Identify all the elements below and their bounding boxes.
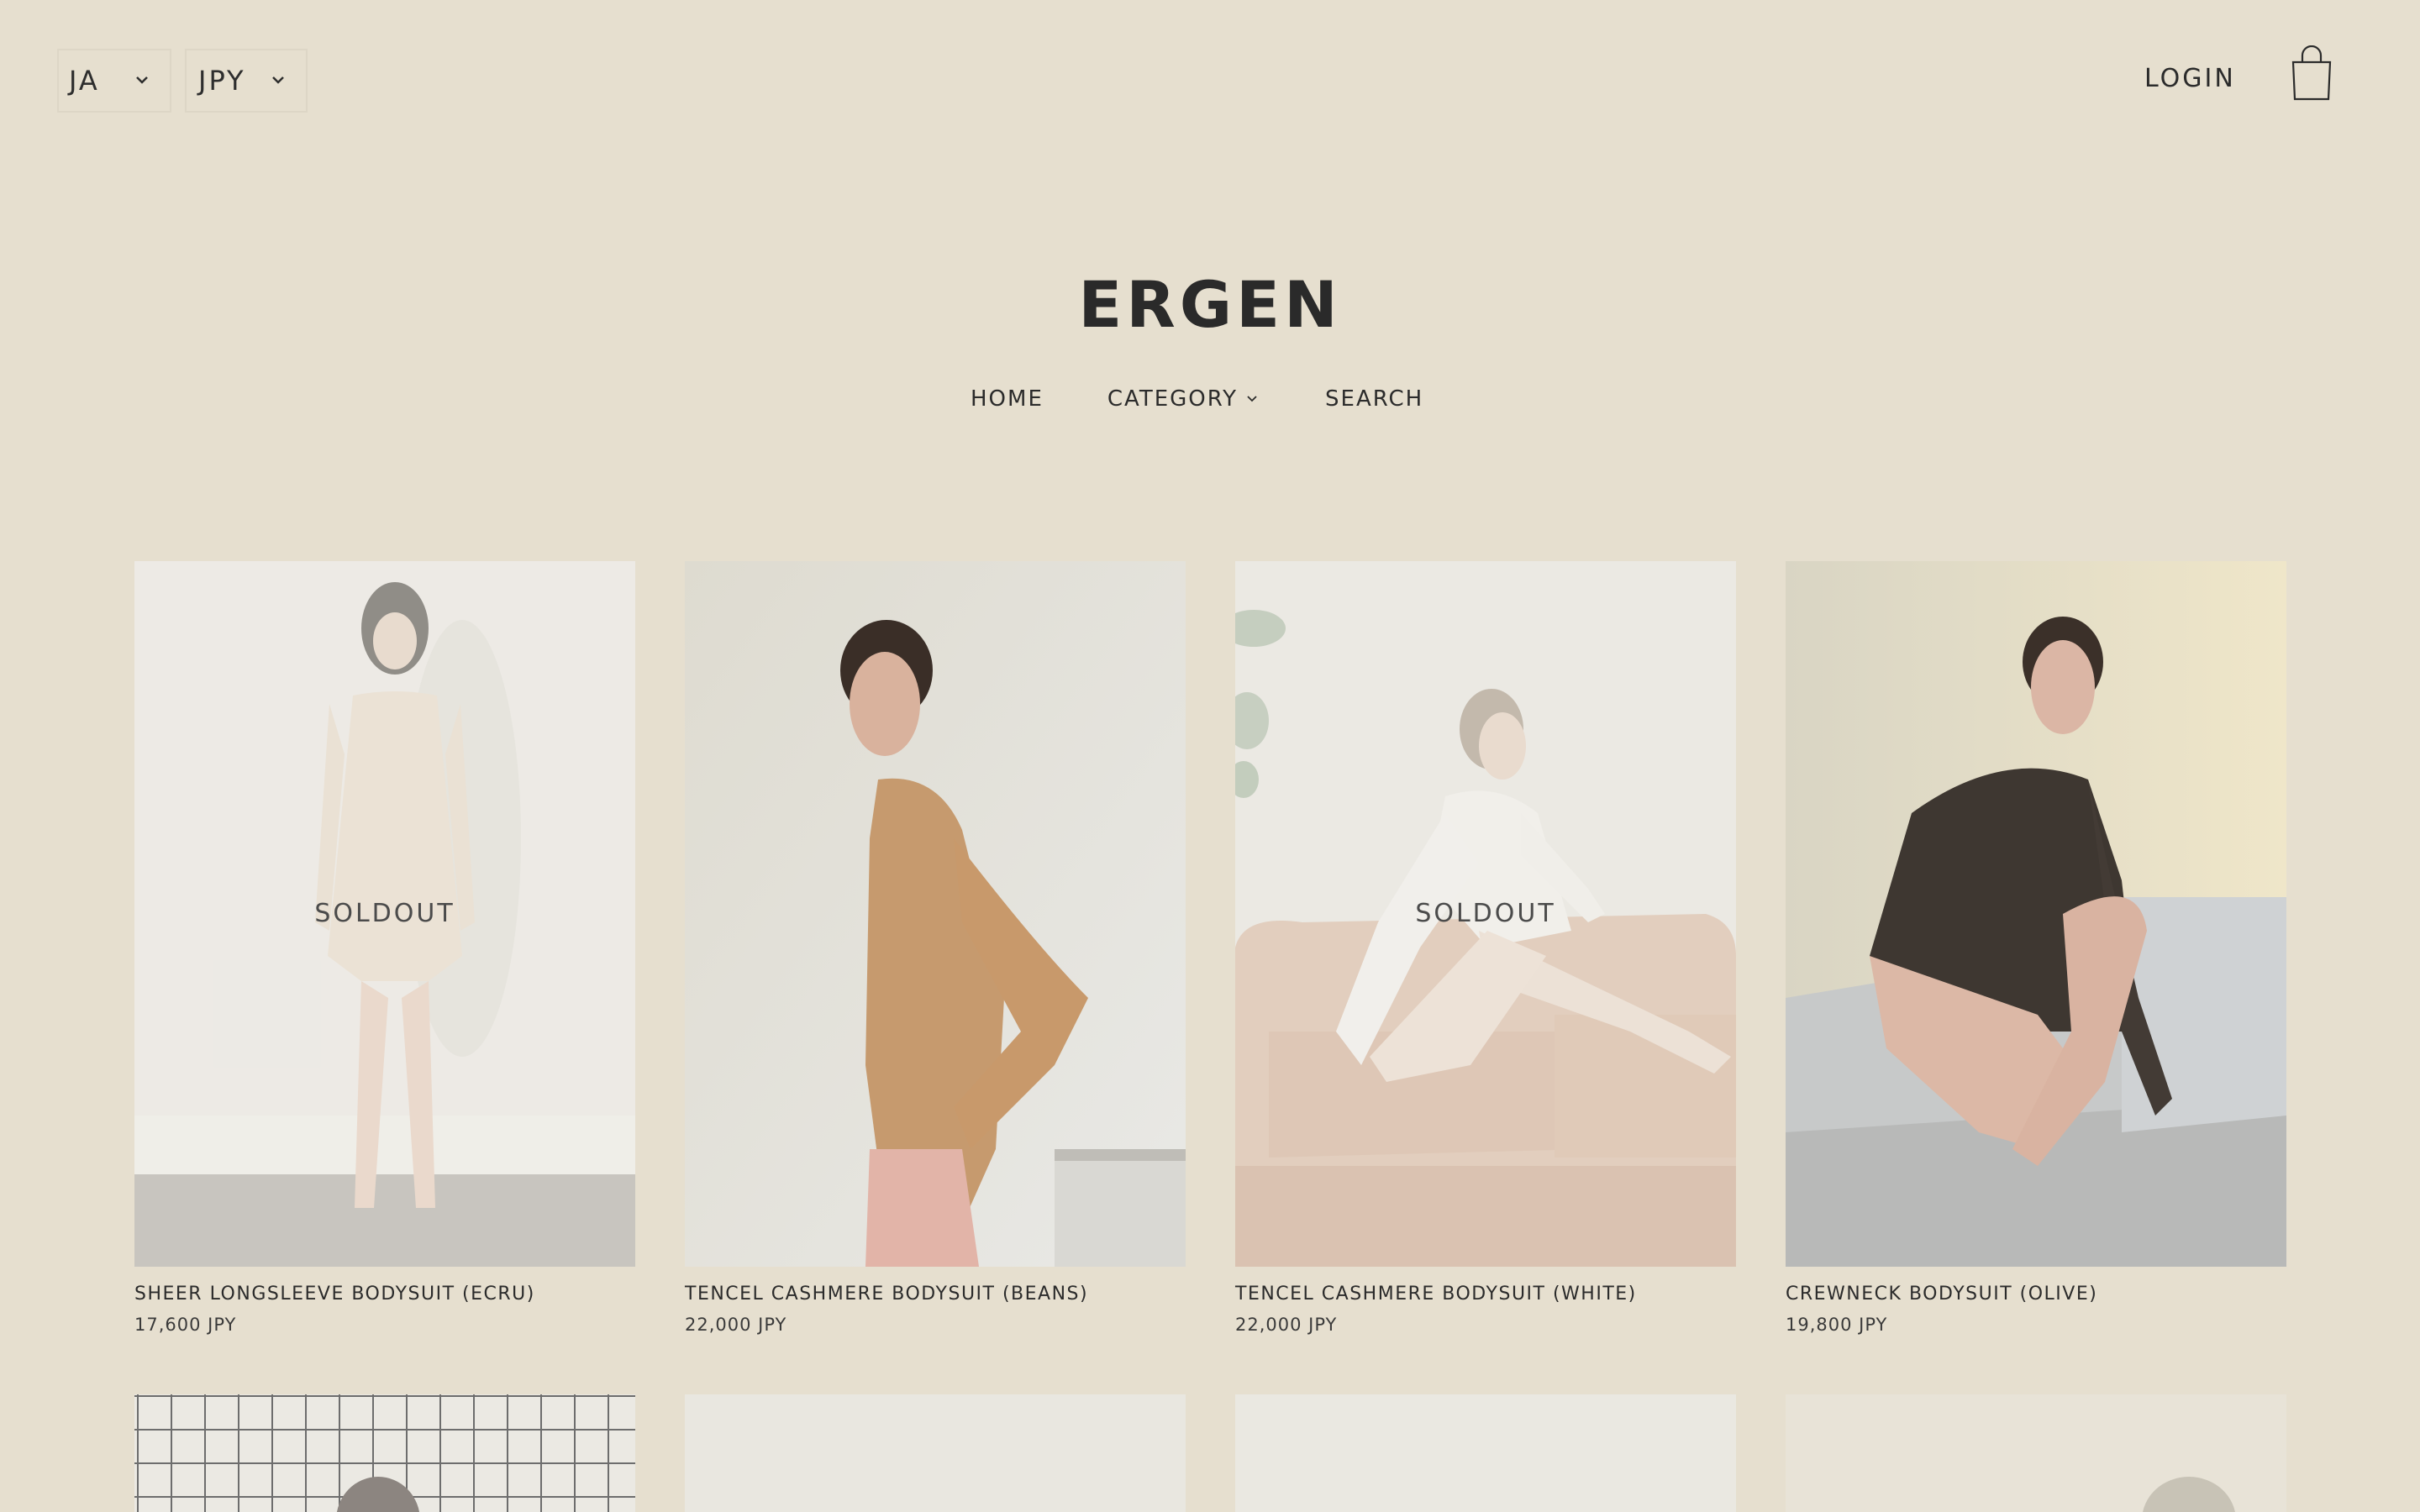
product-card[interactable]: TENCEL CASHMERE BODYSUIT (BEANS) 22,000 … — [685, 561, 1186, 1335]
brand-logo[interactable]: ERGEN — [0, 267, 2420, 342]
nav-category[interactable]: CATEGORY — [1107, 386, 1260, 412]
product-image[interactable]: SOLDOUT — [1235, 561, 1736, 1267]
product-name[interactable]: SHEER LONGSLEEVE BODYSUIT (ECRU) — [134, 1284, 635, 1305]
currency-value: JPY — [198, 65, 246, 97]
product-name[interactable]: TENCEL CASHMERE BODYSUIT (BEANS) — [685, 1284, 1186, 1305]
product-photo — [1786, 561, 2286, 1267]
product-image[interactable] — [685, 1394, 1186, 1512]
top-bar: JA JPY LOGIN — [0, 0, 2420, 160]
product-price: 22,000 JPY — [685, 1315, 787, 1335]
product-name[interactable]: CREWNECK BODYSUIT (OLIVE) — [1786, 1284, 2286, 1305]
product-price: 22,000 JPY — [1235, 1315, 1338, 1335]
product-card[interactable]: SOLDOUT TENCEL CASHMERE BODYSUIT (WHITE)… — [1235, 561, 1736, 1335]
product-card[interactable]: CREWNECK BODYSUIT (OLIVE) 19,800 JPY — [1786, 561, 2286, 1335]
product-image[interactable] — [1235, 1394, 1736, 1512]
product-card[interactable]: SOLDOUT SHEER LONGSLEEVE BODYSUIT (ECRU)… — [134, 561, 635, 1335]
product-image[interactable] — [134, 1394, 635, 1512]
product-photo — [685, 1394, 1186, 1512]
product-photo — [1786, 1394, 2286, 1512]
product-image[interactable] — [1786, 1394, 2286, 1512]
product-photo — [685, 561, 1186, 1267]
shopping-bag-icon[interactable] — [2291, 45, 2333, 102]
product-photo — [134, 1394, 635, 1512]
product-price: 19,800 JPY — [1786, 1315, 1888, 1335]
currency-select[interactable]: JPY — [185, 49, 308, 113]
nav-home[interactable]: HOME — [971, 386, 1044, 412]
product-photo — [1235, 1394, 1736, 1512]
language-select[interactable]: JA — [57, 49, 171, 113]
nav-category-label: CATEGORY — [1107, 386, 1239, 412]
product-image[interactable] — [1786, 561, 2286, 1267]
soldout-badge: SOLDOUT — [1415, 899, 1556, 928]
product-price: 17,600 JPY — [134, 1315, 237, 1335]
product-name[interactable]: TENCEL CASHMERE BODYSUIT (WHITE) — [1235, 1284, 1736, 1305]
login-link[interactable]: LOGIN — [2144, 64, 2236, 93]
soldout-badge: SOLDOUT — [314, 899, 455, 928]
chevron-down-icon — [272, 76, 284, 84]
product-image[interactable] — [685, 561, 1186, 1267]
main-nav: HOME CATEGORY SEARCH — [971, 386, 1423, 412]
product-image[interactable]: SOLDOUT — [134, 561, 635, 1267]
chevron-down-icon — [136, 76, 148, 84]
chevron-down-icon — [1247, 396, 1257, 402]
nav-search[interactable]: SEARCH — [1325, 386, 1423, 412]
language-value: JA — [69, 65, 100, 97]
